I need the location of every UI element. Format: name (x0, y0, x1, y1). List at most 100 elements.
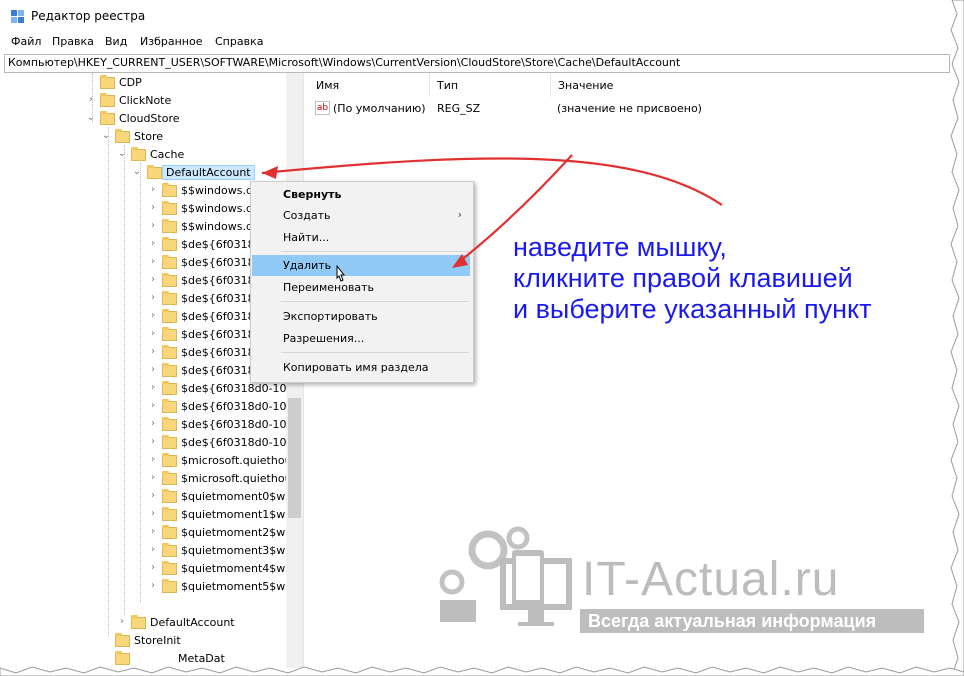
chevron-down-icon[interactable]: ⌄ (101, 130, 111, 141)
tree-item-subkey[interactable]: › $de${6f0318d (0, 309, 286, 327)
folder-icon (131, 147, 146, 161)
chevron-right-icon[interactable]: › (117, 616, 127, 627)
chevron-right-icon[interactable]: › (148, 328, 158, 339)
chevron-right-icon[interactable]: › (148, 346, 158, 357)
menu-edit[interactable]: Правка (52, 35, 94, 48)
tree-item-cdp[interactable]: CDP (0, 75, 286, 93)
chevron-right-icon[interactable]: › (148, 382, 158, 393)
context-menu: Свернуть Создать › Найти... Удалить Переи… (250, 181, 474, 383)
menu-item-export[interactable]: Экспортировать (252, 306, 470, 327)
menu-bar: Файл Правка Вид Избранное Справка (0, 33, 952, 51)
tree-item-label: DefaultAccount (150, 616, 235, 629)
chevron-right-icon[interactable]: › (148, 292, 158, 303)
tree-item-subkey[interactable]: › $quietmoment5$wi (0, 579, 289, 597)
folder-icon (162, 273, 177, 287)
value-type: REG_SZ (437, 102, 481, 115)
tree-item-label: $quietmoment5$wi (181, 580, 289, 593)
chevron-right-icon[interactable]: › (148, 184, 158, 195)
tree-item-storeinit[interactable]: StoreInit (0, 633, 286, 651)
tree-item-subkey[interactable]: › $de${6f0318d (0, 345, 286, 363)
chevron-right-icon[interactable]: › (148, 364, 158, 375)
tree-item-subkey[interactable]: › $$windows.d (0, 219, 286, 237)
folder-icon (162, 435, 177, 449)
tree-item-defaultaccount[interactable]: › DefaultAccount (0, 615, 286, 633)
tree-item-label: DefaultAccount (162, 165, 255, 180)
tree-item-clicknote[interactable]: › ClickNote (0, 93, 286, 111)
chevron-right-icon[interactable]: › (148, 544, 158, 555)
chevron-right-icon[interactable]: › (148, 238, 158, 249)
tree-item-subkey[interactable]: › $quietmoment4$wi (0, 561, 289, 579)
tree-scrollbar-thumb[interactable] (288, 398, 301, 518)
menu-favorites[interactable]: Избранное (140, 35, 202, 48)
chevron-right-icon[interactable]: › (148, 310, 158, 321)
tree-item-subkey[interactable]: › $$windows.d (0, 201, 286, 219)
chevron-right-icon[interactable]: › (148, 490, 158, 501)
folder-icon (100, 93, 115, 107)
menu-item-find[interactable]: Найти... (252, 227, 470, 248)
tree-item-subkey[interactable]: › $quietmoment1$wi (0, 507, 288, 525)
chevron-right-icon[interactable]: › (148, 418, 158, 429)
menu-help[interactable]: Справка (215, 35, 263, 48)
tree-item-subkey[interactable]: › $de${6f0318d0-1052 (0, 381, 301, 399)
tree-item-subkey[interactable]: › $microsoft.quiethou (0, 471, 292, 489)
folder-icon (162, 219, 177, 233)
folder-icon (162, 201, 177, 215)
chevron-right-icon[interactable]: › (148, 526, 158, 537)
column-type[interactable]: Тип (430, 73, 551, 97)
menu-file[interactable]: Файл (11, 35, 41, 48)
tree-item-label: StoreInit (134, 634, 181, 647)
chevron-right-icon[interactable]: › (148, 562, 158, 573)
chevron-right-icon[interactable]: › (148, 508, 158, 519)
address-bar[interactable]: Компьютер\HKEY_CURRENT_USER\SOFTWARE\Mic… (4, 54, 950, 73)
tree-item-subkey[interactable]: › $de${6f0318d0-1052 (0, 363, 301, 381)
chevron-right-icon[interactable]: › (148, 202, 158, 213)
chevron-down-icon[interactable]: ⌄ (86, 112, 96, 123)
value-row[interactable]: ab (По умолчанию) REG_SZ (значение не пр… (309, 100, 949, 118)
tree-item-subkey[interactable]: › $de${6f0318d (0, 291, 286, 309)
menu-item-copy-key-name[interactable]: Копировать имя раздела (252, 357, 470, 378)
menu-view[interactable]: Вид (105, 35, 127, 48)
tree-item-label: $de${6f0318d0-1052 (181, 418, 301, 431)
chevron-down-icon[interactable]: ⌄ (132, 166, 142, 177)
watermark-title: IT-Actual.ru (582, 553, 840, 606)
chevron-right-icon[interactable]: › (148, 220, 158, 231)
tree-item-subkey[interactable]: › $de${6f0318d (0, 327, 286, 345)
folder-icon (162, 309, 177, 323)
menu-item-collapse[interactable]: Свернуть (252, 184, 470, 205)
tree-item-cache[interactable]: ⌄ Cache (0, 147, 286, 165)
chevron-right-icon[interactable]: › (148, 274, 158, 285)
menu-item-delete[interactable]: Удалить (252, 255, 470, 276)
column-value[interactable]: Значение (551, 73, 771, 97)
tree-item-subkey[interactable]: › $de${6f0318d0-1052 (0, 417, 301, 435)
chevron-right-icon[interactable]: › (148, 472, 158, 483)
chevron-right-icon[interactable]: › (86, 94, 96, 105)
tree-item-label: $quietmoment4$wi (181, 562, 289, 575)
tree-item-defaultaccount-selected[interactable]: ⌄ DefaultAccount (0, 165, 286, 183)
chevron-right-icon[interactable]: › (148, 256, 158, 267)
gears-devices-icon (439, 526, 572, 626)
chevron-right-icon[interactable]: › (148, 454, 158, 465)
tree-item-subkey[interactable]: › $de${6f0318d (0, 255, 286, 273)
column-name[interactable]: Имя (309, 73, 430, 97)
menu-item-rename[interactable]: Переименовать (252, 277, 470, 298)
tree-item-subkey[interactable]: › $quietmoment2$wi (0, 525, 288, 543)
tree-item-subkey[interactable]: › $de${6f0318d0-1052 (0, 399, 301, 417)
menu-item-new[interactable]: Создать › (252, 205, 470, 226)
tree-item-store[interactable]: ⌄ Store (0, 129, 286, 147)
folder-icon (115, 633, 130, 647)
tree-item-subkey[interactable]: › $de${6f0318d (0, 237, 286, 255)
chevron-right-icon[interactable]: › (148, 400, 158, 411)
tree-item-subkey[interactable]: › $microsoft.quiethou (0, 453, 292, 471)
chevron-right-icon[interactable]: › (148, 436, 158, 447)
tree-item-subkey[interactable]: › $quietmoment3$wi (0, 543, 288, 561)
tree-item-cloudstore[interactable]: ⌄ CloudStore (0, 111, 286, 129)
chevron-down-icon[interactable]: ⌄ (117, 148, 127, 159)
folder-icon (162, 291, 177, 305)
tree-item-subkey[interactable]: › $quietmoment0$wi (0, 489, 288, 507)
folder-icon (131, 615, 146, 629)
tree-item-subkey[interactable]: › $de${6f0318d (0, 273, 286, 291)
tree-item-subkey[interactable]: › $de${6f0318d0-1052 (0, 435, 301, 453)
tree-item-subkey[interactable]: › $$windows.d (0, 183, 286, 201)
menu-item-permissions[interactable]: Разрешения... (252, 328, 470, 349)
chevron-right-icon[interactable]: › (148, 580, 158, 591)
